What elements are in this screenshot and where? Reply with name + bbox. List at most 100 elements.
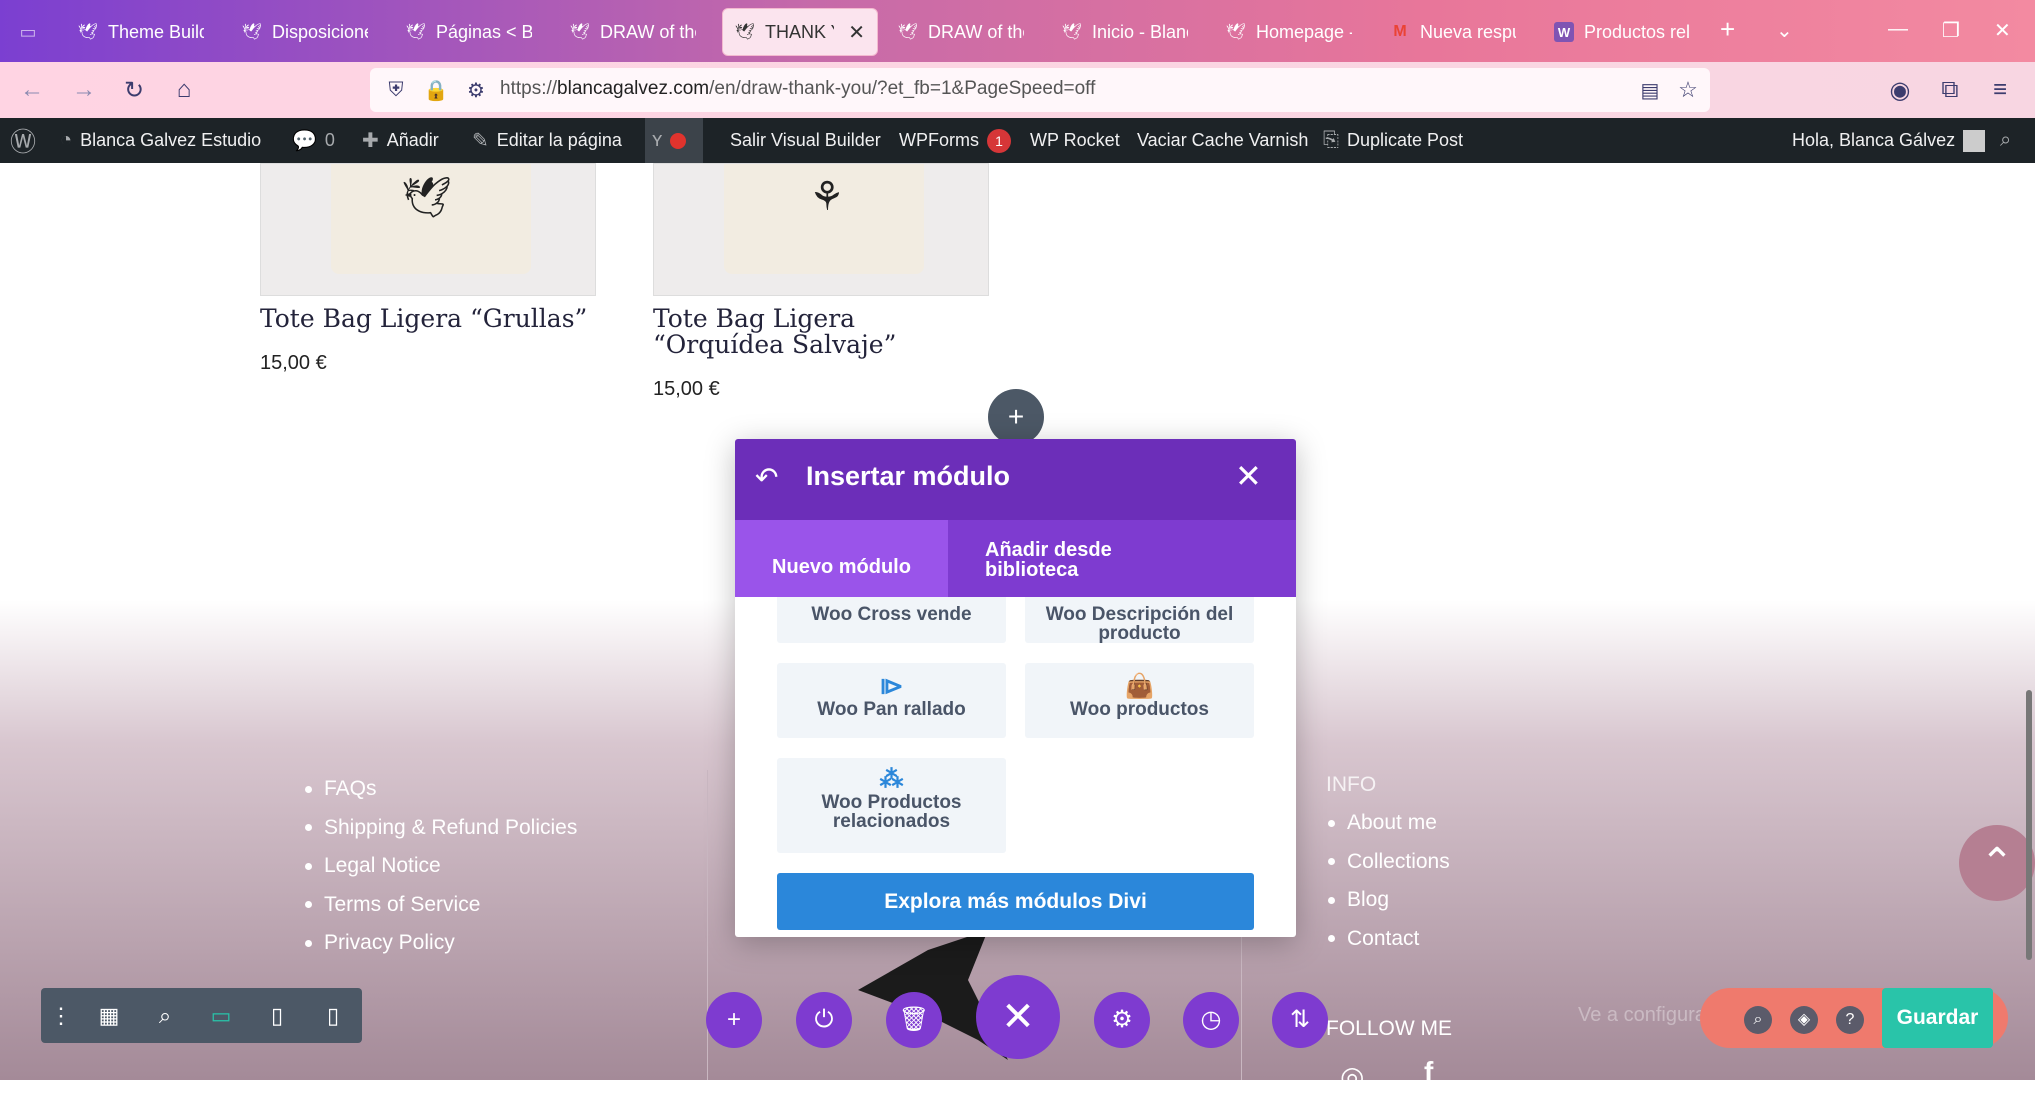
tab-add-from-library[interactable]: Añadir desde biblioteca xyxy=(985,520,1185,597)
module-woo-description[interactable]: Woo Descripción del producto xyxy=(1025,597,1254,643)
tab-draw-2[interactable]: 🕊 DRAW of the xyxy=(886,8,1036,56)
tab-new-module[interactable]: Nuevo módulo xyxy=(735,520,948,597)
account-icon[interactable]: ◉ xyxy=(1884,74,1916,106)
scrollbar[interactable] xyxy=(2026,690,2032,960)
undo-icon[interactable]: ↶ xyxy=(755,461,778,494)
tab-disposiciones[interactable]: 🕊Disposiciones xyxy=(230,8,380,56)
tab-overview-button[interactable]: ▭ xyxy=(10,8,46,56)
comments-link[interactable]: 💬 0 xyxy=(292,118,335,163)
back-icon[interactable]: ← xyxy=(16,74,48,106)
restore-icon[interactable]: ❐ xyxy=(1942,18,1960,43)
scroll-to-top-button[interactable]: ⌃ xyxy=(1959,825,2035,901)
module-woo-related-products[interactable]: ⁂ Woo Productos relacionados xyxy=(777,758,1006,853)
tab-theme-builder[interactable]: 🕊Theme Builde xyxy=(66,8,216,56)
edit-page-link[interactable]: ✎ Editar la página xyxy=(472,118,622,163)
lock-icon[interactable]: 🔒 xyxy=(420,74,452,106)
facebook-icon[interactable]: f xyxy=(1424,1056,1433,1088)
add-section-button[interactable]: + xyxy=(706,992,762,1048)
search-icon[interactable]: ⌕ xyxy=(2000,118,2011,163)
module-woo-breadcrumb[interactable]: ⧐ Woo Pan rallado xyxy=(777,663,1006,738)
tab-homepage[interactable]: 🕊 Homepage - xyxy=(1214,8,1364,56)
yoast-icon[interactable]: ʏ xyxy=(652,118,687,163)
bookmark-star-icon[interactable]: ☆ xyxy=(1672,74,1704,106)
footer-link-contact[interactable]: Contact xyxy=(1328,920,1450,959)
orchid-illustration: ⚘ xyxy=(809,175,845,219)
seo-status-dot xyxy=(670,132,687,149)
plus-icon: ✚ xyxy=(362,130,379,152)
footer-link-faqs[interactable]: FAQs xyxy=(305,770,577,809)
wireframe-icon[interactable]: ▦ xyxy=(93,1000,125,1032)
save-button[interactable]: Guardar xyxy=(1882,988,1993,1048)
close-tab-icon[interactable]: ✕ xyxy=(848,20,865,45)
extensions-icon[interactable]: ⧉ xyxy=(1934,74,1966,106)
permissions-icon[interactable]: ⚙ xyxy=(460,74,492,106)
trash-icon[interactable]: 🗑 xyxy=(886,992,942,1048)
crane-illustration: 🕊 xyxy=(401,176,452,220)
close-window-icon[interactable]: ✕ xyxy=(1994,18,2011,43)
tab-gmail[interactable]: MNueva respue xyxy=(1378,8,1528,56)
history-icon[interactable]: ◷ xyxy=(1183,992,1239,1048)
minimize-icon[interactable]: — xyxy=(1888,18,1908,41)
reader-view-icon[interactable]: ▤ xyxy=(1634,74,1666,106)
shopping-bag-icon: 👜 xyxy=(1124,673,1155,700)
search-icon[interactable]: ⌕ xyxy=(1744,1006,1772,1034)
tab-thank-you[interactable]: 🕊THANK YO✕ xyxy=(722,8,878,56)
breadcrumb-icon: ⧐ xyxy=(879,673,904,700)
module-woo-products[interactable]: 👜 Woo productos xyxy=(1025,663,1254,738)
home-icon[interactable]: ⌂ xyxy=(168,74,200,106)
explore-modules-button[interactable]: Explora más módulos Divi xyxy=(777,873,1254,930)
user-account-link[interactable]: Hola, Blanca Gálvez xyxy=(1792,118,1986,163)
footer-link-terms[interactable]: Terms of Service xyxy=(305,886,577,925)
more-options-icon[interactable]: ⋮ xyxy=(45,1000,77,1032)
insert-module-modal: ↶ Insertar módulo ✕ Nuevo módulo Añadir … xyxy=(735,439,1296,937)
shield-icon[interactable]: ⛨ xyxy=(380,74,412,106)
forward-icon[interactable]: → xyxy=(68,74,100,106)
bird-icon: 🕊 xyxy=(77,24,99,41)
wpforms-link[interactable]: WPForms 1 xyxy=(899,118,1011,163)
close-icon[interactable]: ✕ xyxy=(1235,457,1262,495)
desktop-view-icon[interactable]: ▭ xyxy=(205,1000,237,1032)
duplicate-post-link[interactable]: ⎘ Duplicate Post xyxy=(1323,118,1463,163)
product-image-grullas[interactable]: 🕊 xyxy=(260,163,596,296)
footer-policy-links: FAQs Shipping & Refund Policies Legal No… xyxy=(305,770,577,963)
footer-info-heading: INFO xyxy=(1326,773,1377,796)
new-tab-icon[interactable]: + xyxy=(1720,14,1735,45)
add-new-link[interactable]: ✚ Añadir xyxy=(362,118,439,163)
tab-inicio[interactable]: 🕊Inicio - Blanca xyxy=(1050,8,1200,56)
modal-header: ↶ Insertar módulo ✕ xyxy=(735,439,1296,520)
instagram-icon[interactable]: ◎ xyxy=(1340,1060,1364,1093)
footer-link-collections[interactable]: Collections xyxy=(1328,843,1450,882)
url-text[interactable]: https://blancagalvez.com/en/draw-thank-y… xyxy=(500,78,1095,100)
module-woo-cross-sells[interactable]: Woo Cross vende xyxy=(777,597,1006,643)
notification-badge: 1 xyxy=(987,128,1011,153)
zoom-icon[interactable]: ⌕ xyxy=(149,1000,181,1032)
load-layout-icon[interactable]: ⏻ xyxy=(796,992,852,1048)
product-title[interactable]: Tote Bag Ligera “Grullas” xyxy=(260,306,600,332)
site-name-link[interactable]: ◔ Blanca Galvez Estudio xyxy=(60,118,261,163)
menu-icon[interactable]: ≡ xyxy=(1984,74,2016,106)
varnish-cache-link[interactable]: Vaciar Cache Varnish xyxy=(1137,118,1308,163)
tablet-view-icon[interactable]: ▯ xyxy=(261,1000,293,1032)
product-title[interactable]: Tote Bag Ligera “Orquídea Salvaje” xyxy=(653,306,993,358)
portability-icon[interactable]: ⇅ xyxy=(1272,992,1328,1048)
tab-paginas[interactable]: 🕊Páginas < Bla xyxy=(394,8,544,56)
tab-draw-1[interactable]: 🕊 DRAW of the xyxy=(558,8,708,56)
footer-link-legal[interactable]: Legal Notice xyxy=(305,847,577,886)
reload-icon[interactable]: ↻ xyxy=(118,74,150,106)
layers-icon[interactable]: ◈ xyxy=(1790,1006,1818,1034)
footer-link-about[interactable]: About me xyxy=(1328,804,1450,843)
footer-link-privacy[interactable]: Privacy Policy xyxy=(305,924,577,963)
product-image-orquidea[interactable]: ⚘ xyxy=(653,163,989,296)
settings-icon[interactable]: ⚙ xyxy=(1094,992,1150,1048)
tab-list-icon[interactable]: ⌄ xyxy=(1776,18,1793,43)
add-module-button[interactable]: + xyxy=(988,389,1044,445)
footer-link-blog[interactable]: Blog xyxy=(1328,881,1450,920)
footer-link-shipping[interactable]: Shipping & Refund Policies xyxy=(305,809,577,848)
help-icon[interactable]: ? xyxy=(1836,1006,1864,1034)
exit-visual-builder-link[interactable]: Salir Visual Builder xyxy=(730,118,881,163)
wp-rocket-link[interactable]: WP Rocket xyxy=(1030,118,1120,163)
close-builder-button[interactable]: ✕ xyxy=(976,975,1060,1059)
phone-view-icon[interactable]: ▯ xyxy=(317,1000,349,1032)
tab-productos[interactable]: W Productos rel xyxy=(1542,8,1702,56)
wordpress-logo-icon[interactable]: Ⓦ xyxy=(10,118,36,163)
